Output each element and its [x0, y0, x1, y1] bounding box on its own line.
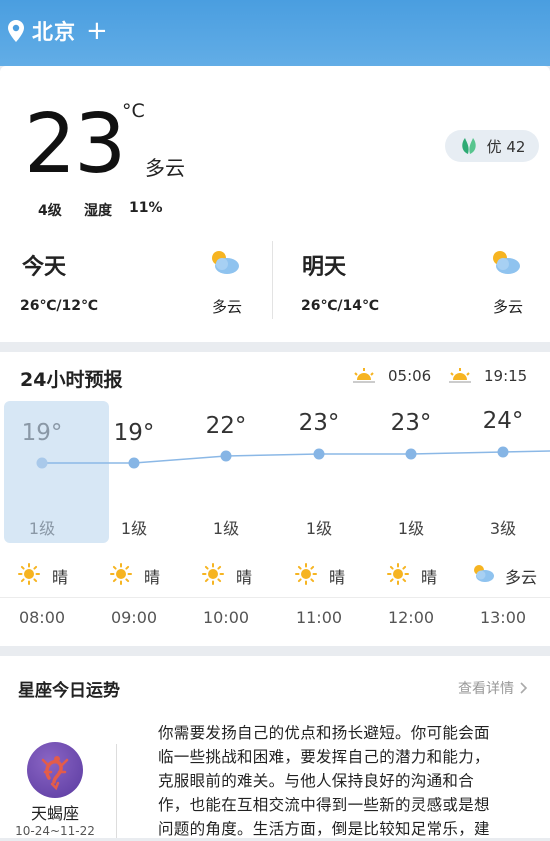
horoscope-text: 你需要发扬自己的优点和扬长避短。你可能会面临一些挑战和困难，要发挥自己的潜力和能… — [158, 724, 490, 838]
hour-condition: 晴 — [144, 568, 161, 587]
hour-condition: 晴 — [421, 568, 438, 587]
scorpion-icon — [41, 756, 69, 791]
top-bar: 北京 + — [0, 0, 550, 66]
wind-level: 4级 — [38, 203, 62, 219]
tomorrow-range: 26℃/14℃ — [301, 298, 379, 314]
current-weather-card: 23 °C 多云 4级 湿度 11% 优 42 今天 26℃/12℃ 多云 明天… — [0, 66, 550, 342]
hour-condition: 晴 — [329, 568, 346, 587]
hour-temperature: 22° — [205, 413, 247, 439]
hour-wind: 1级 — [397, 519, 425, 538]
view-details-label: 查看详情 — [458, 681, 514, 697]
hourly-forecast-card: 24小时预报 05:06 19:15 19° 1级晴 08:00 19° 1级晴 09:0… — [0, 352, 550, 646]
hour-wind: 1级 — [28, 519, 56, 538]
current-temperature: 23 — [24, 97, 126, 192]
sunset-item: 19:15 — [448, 367, 527, 385]
tomorrow-title: 明天 — [302, 255, 347, 280]
hour-wind: 1级 — [120, 519, 148, 538]
hour-time: 13:00 — [479, 608, 527, 627]
view-details-link[interactable]: 查看详情 — [458, 678, 528, 698]
temperature-polyline — [42, 450, 550, 464]
hour-time: 10:00 — [202, 608, 250, 627]
tomorrow-condition: 多云 — [493, 298, 524, 316]
sunrise-item: 05:06 — [352, 367, 431, 385]
hour-condition: 晴 — [236, 568, 253, 587]
sunset-time: 19:15 — [484, 367, 528, 385]
hour-condition: 多云 — [505, 568, 538, 587]
city-name[interactable]: 北京 — [32, 16, 76, 46]
cloud-sun-icon — [493, 251, 520, 274]
hourly-forecast-title: 24小时预报 — [20, 369, 123, 391]
cloud-sun-icon — [471, 563, 495, 587]
hour-temperature: 23° — [298, 410, 340, 436]
cloud-sun-icon — [212, 251, 239, 274]
chevron-right-icon — [520, 682, 528, 694]
hour-temperature: 23° — [390, 410, 432, 436]
sun-icon — [387, 563, 409, 589]
day-divider — [272, 241, 273, 319]
temperature-point — [405, 448, 417, 460]
location-pin-icon — [8, 20, 24, 42]
hour-wind: 1级 — [212, 519, 240, 538]
leaf-icon — [461, 138, 476, 154]
hour-wind: 1级 — [305, 519, 333, 538]
temperature-point — [313, 448, 325, 460]
sun-icon — [295, 563, 317, 589]
aqi-value: 优 42 — [486, 137, 526, 156]
zodiac-dates: 10-24~11-22 — [15, 824, 95, 838]
hour-temperature: 19° — [113, 420, 155, 446]
temperature-line — [36, 446, 550, 469]
add-city-icon[interactable]: + — [86, 18, 108, 44]
hour-temperature: 24° — [482, 408, 524, 434]
horoscope-card: 星座今日运势 查看详情 天蝎座 10-24~11-22 你需要发扬自己的优点和扬… — [0, 656, 550, 838]
horoscope-divider — [116, 744, 117, 838]
temperature-point — [220, 450, 232, 462]
hour-time: 12:00 — [387, 608, 435, 627]
hour-wind: 3级 — [489, 519, 517, 538]
sunrise-time: 05:06 — [388, 367, 432, 385]
hour-time: 11:00 — [295, 608, 343, 627]
today-range: 26℃/12℃ — [20, 298, 98, 314]
location-selector[interactable]: 北京 + — [8, 16, 108, 46]
sun-icon — [110, 563, 132, 589]
humidity-value: 11% — [129, 200, 163, 216]
today-condition: 多云 — [212, 298, 243, 316]
horoscope-title: 星座今日运势 — [18, 681, 120, 701]
forecast-separator — [0, 597, 550, 598]
humidity-label: 湿度 — [84, 203, 112, 219]
sunrise-icon — [353, 368, 375, 383]
temperature-point — [36, 457, 48, 469]
temperature-unit: °C — [122, 100, 145, 122]
today-title: 今天 — [22, 255, 67, 280]
hour-condition: 晴 — [52, 568, 69, 587]
zodiac-name: 天蝎座 — [30, 804, 79, 823]
hour-time: 08:00 — [18, 608, 66, 627]
zodiac-avatar[interactable] — [27, 742, 83, 798]
current-condition: 多云 — [145, 156, 185, 180]
hour-time: 09:00 — [110, 608, 158, 627]
temperature-point — [128, 457, 140, 469]
sun-icon — [202, 563, 224, 589]
sunset-icon — [449, 368, 471, 383]
sun-icon — [18, 563, 40, 589]
air-quality-badge[interactable]: 优 42 — [445, 130, 539, 162]
hour-temperature: 19° — [21, 420, 63, 446]
temperature-point — [497, 446, 509, 458]
